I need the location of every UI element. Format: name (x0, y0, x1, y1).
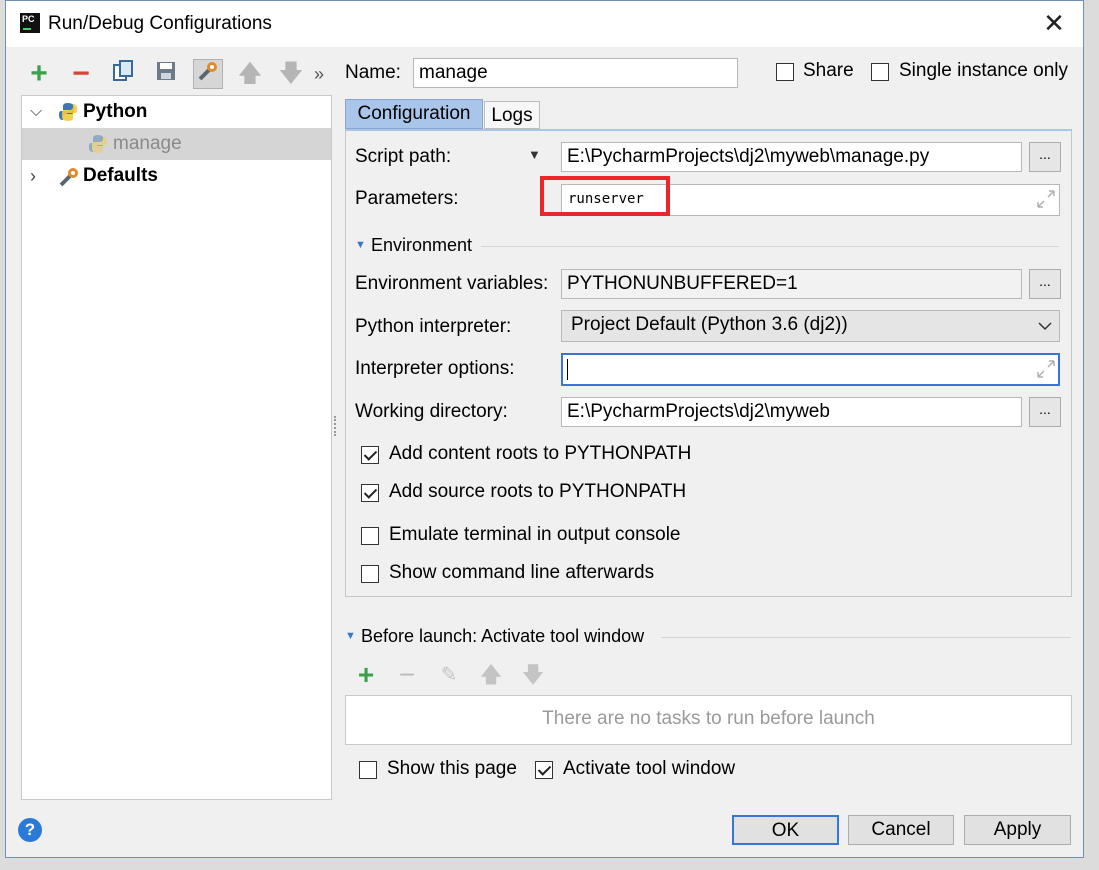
window-title: Run/Debug Configurations (48, 13, 272, 34)
content-roots-checkbox[interactable] (361, 446, 379, 464)
chevron-down-icon[interactable]: ⌵ (30, 96, 42, 128)
python-run-config-icon (89, 135, 107, 153)
environment-section-title: Environment (371, 235, 473, 255)
splitter-handle[interactable] (334, 416, 340, 436)
env-vars-browse-button[interactable]: ... (1029, 269, 1061, 299)
remove-task-icon[interactable]: − (392, 660, 422, 690)
ok-button[interactable]: OK (732, 815, 839, 845)
copy-icon[interactable] (108, 59, 138, 89)
chevron-down-icon[interactable] (1038, 319, 1052, 333)
help-icon[interactable]: ? (18, 818, 42, 842)
run-debug-dialog: PC Run/Debug Configurations ✕ + − 🡅 🡇 » … (5, 0, 1084, 858)
move-task-down-icon[interactable]: 🡇 (518, 660, 548, 690)
show-page-checkbox[interactable] (359, 761, 377, 779)
share-label: Share (803, 60, 854, 81)
content-roots-label: Add content roots to PYTHONPATH (389, 443, 692, 464)
tree-item-defaults[interactable]: › Defaults (22, 160, 331, 192)
pycharm-app-icon: PC (20, 13, 40, 33)
script-path-browse-button[interactable]: ... (1029, 142, 1061, 172)
move-down-icon[interactable]: 🡇 (276, 59, 306, 89)
before-launch-separator (661, 637, 1071, 638)
working-dir-input[interactable]: E:\PycharmProjects\dj2\myweb (561, 397, 1022, 427)
show-page-label: Show this page (387, 758, 517, 779)
tab-configuration[interactable]: Configuration (345, 99, 483, 129)
remove-icon[interactable]: − (66, 59, 96, 89)
name-input[interactable]: manage (413, 58, 738, 88)
script-type-dropdown[interactable]: ▼ (528, 147, 541, 162)
activate-tool-window-checkbox[interactable] (535, 761, 553, 779)
before-launch-collapse-icon[interactable]: ▼ (345, 630, 356, 642)
tab-logs-label: Logs (491, 105, 533, 126)
expand-icon[interactable] (1036, 359, 1056, 379)
more-icon[interactable]: » (309, 59, 329, 89)
cancel-button[interactable]: Cancel (848, 815, 954, 845)
apply-button[interactable]: Apply (964, 815, 1071, 845)
working-dir-label: Working directory: (355, 401, 508, 422)
close-icon[interactable]: ✕ (1041, 10, 1067, 37)
edit-defaults-icon[interactable] (193, 59, 223, 89)
tree-label-manage: manage (113, 133, 182, 154)
source-roots-checkbox[interactable] (361, 484, 379, 502)
interpreter-value: Project Default (Python 3.6 (dj2)) (571, 314, 848, 335)
source-roots-label: Add source roots to PYTHONPATH (389, 481, 687, 502)
show-command-line-checkbox[interactable] (361, 565, 379, 583)
chevron-right-icon[interactable]: › (30, 160, 36, 192)
interp-options-label: Interpreter options: (355, 358, 515, 379)
move-up-icon[interactable]: 🡅 (235, 59, 265, 89)
tab-configuration-label: Configuration (357, 103, 471, 124)
show-command-line-label: Show command line afterwards (389, 562, 655, 583)
emulate-terminal-label: Emulate terminal in output console (389, 524, 681, 545)
parameters-label: Parameters: (355, 188, 459, 209)
script-path-label: Script path: (355, 146, 452, 167)
tree-label-defaults: Defaults (83, 165, 158, 186)
move-task-up-icon[interactable]: 🡅 (476, 660, 506, 690)
single-instance-label: Single instance only (899, 60, 1068, 81)
env-vars-input[interactable]: PYTHONUNBUFFERED=1 (561, 269, 1022, 299)
wrench-icon (59, 168, 78, 187)
tab-logs[interactable]: Logs (484, 101, 540, 129)
tree-item-python[interactable]: ⌵ Python (22, 96, 331, 128)
title-bar: PC Run/Debug Configurations ✕ (6, 1, 1083, 47)
single-instance-checkbox[interactable] (871, 63, 889, 81)
before-launch-task-list[interactable]: There are no tasks to run before launch (345, 695, 1072, 745)
interpreter-select[interactable]: Project Default (Python 3.6 (dj2)) (561, 310, 1060, 342)
env-vars-label: Environment variables: (355, 273, 549, 294)
working-dir-browse-button[interactable]: ... (1029, 397, 1061, 427)
environment-collapse-icon[interactable]: ▼ (355, 239, 366, 251)
share-checkbox[interactable] (776, 63, 794, 81)
python-icon (59, 103, 77, 121)
tree-label-python: Python (83, 101, 148, 122)
interp-options-input[interactable] (561, 353, 1060, 386)
save-icon[interactable] (151, 59, 181, 89)
environment-separator (481, 246, 1059, 247)
activate-tool-window-label: Activate tool window (563, 758, 736, 779)
expand-icon[interactable] (1036, 189, 1056, 209)
emulate-terminal-checkbox[interactable] (361, 527, 379, 545)
add-task-icon[interactable]: + (351, 660, 381, 690)
before-launch-title: Before launch: Activate tool window (361, 626, 645, 646)
configuration-tree[interactable]: ⌵ Python manage › Defaults (21, 95, 332, 800)
script-path-input[interactable]: E:\PycharmProjects\dj2\myweb\manage.py (561, 142, 1022, 172)
add-icon[interactable]: + (24, 59, 54, 89)
empty-tasks-text: There are no tasks to run before launch (542, 708, 875, 729)
name-label: Name: (345, 62, 401, 83)
text-cursor (567, 359, 568, 380)
edit-task-icon[interactable]: ✎ (434, 660, 464, 690)
highlight-box (540, 176, 670, 216)
tree-item-manage[interactable]: manage (22, 128, 331, 160)
interpreter-label: Python interpreter: (355, 316, 512, 337)
